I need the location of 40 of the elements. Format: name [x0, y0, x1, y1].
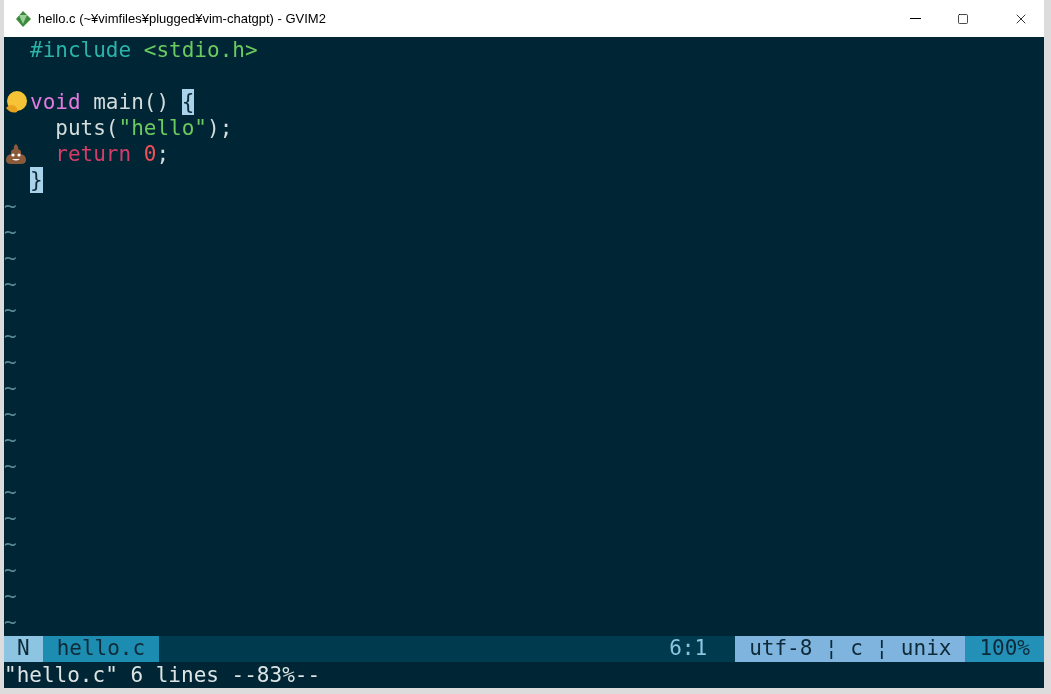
tilde-marker: ~ [4, 219, 17, 245]
tilde-marker: ~ [4, 505, 17, 531]
tilde-marker: ~ [4, 271, 17, 297]
tilde-marker: ~ [4, 349, 17, 375]
cursor-position: 6:1 [668, 635, 709, 663]
tilde-marker: ~ [4, 531, 17, 557]
window-title: hello.c (~¥vimfiles¥plugged¥vim-chatgpt) - GVIM2 [38, 9, 326, 28]
code-text: ; [156, 141, 170, 167]
minimize-icon [909, 18, 921, 19]
matching-bracket: { [181, 89, 195, 115]
keyword-text: void [30, 89, 81, 115]
command-line: "hello.c" 6 lines --83%-- [4, 661, 321, 689]
tilde-marker: ~ [4, 375, 17, 401]
tilde-marker: ~ [4, 557, 17, 583]
number-text: 0 [143, 141, 157, 167]
tilde-marker: ~ [4, 609, 17, 635]
tilde-marker: ~ [4, 427, 17, 453]
code-text: ); [207, 115, 233, 141]
tilde-marker: ~ [4, 323, 17, 349]
app-icon [14, 9, 32, 28]
string-text: "hello" [118, 115, 208, 141]
file-name: hello.c [42, 636, 160, 662]
string-text: <stdio.h> [143, 37, 258, 63]
tilde-marker: ~ [4, 453, 17, 479]
tilde-marker: ~ [4, 479, 17, 505]
tilde-marker: ~ [4, 297, 17, 323]
code-text: main() [92, 89, 171, 115]
code-text: puts( [54, 115, 119, 141]
matching-bracket: } [30, 167, 43, 193]
preprocessor-text: #include [30, 37, 133, 63]
poop-emoji-icon [4, 143, 28, 165]
scroll-percent: 100% [965, 636, 1044, 662]
mode-indicator: N [4, 636, 43, 662]
tilde-marker: ~ [4, 583, 17, 609]
keyword-text: return [54, 141, 133, 167]
tilde-marker: ~ [4, 245, 17, 271]
tilde-marker: ~ [4, 193, 17, 219]
maximize-icon [957, 12, 969, 25]
file-info: utf-8 ¦ c ¦ unix [735, 636, 966, 662]
tilde-marker: ~ [4, 401, 17, 427]
